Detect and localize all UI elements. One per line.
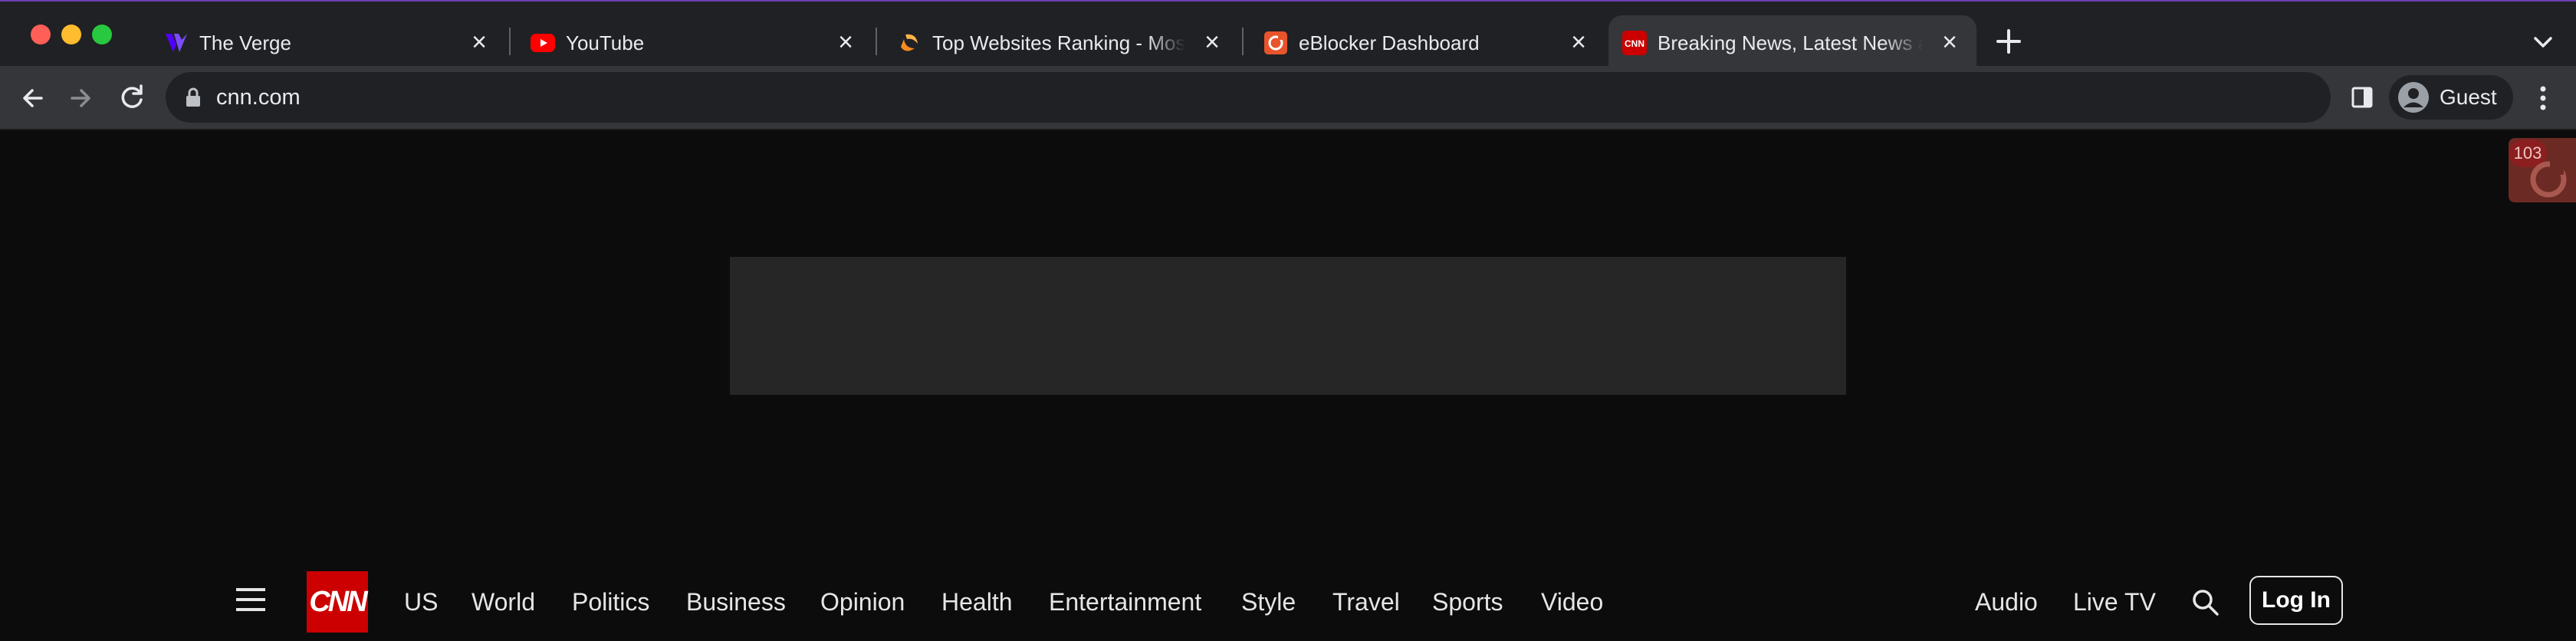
nav-link-us[interactable]: US bbox=[404, 587, 438, 617]
tab-close-icon[interactable]: × bbox=[1199, 29, 1225, 56]
plus-icon bbox=[1996, 29, 2021, 54]
window-maximize-button[interactable] bbox=[92, 25, 112, 44]
window-minimize-button[interactable] bbox=[61, 25, 81, 44]
ad-placeholder bbox=[730, 257, 1846, 395]
tab-title: YouTube bbox=[566, 31, 645, 54]
browser-toolbar: cnn.com Guest bbox=[0, 66, 2576, 130]
eblocker-extension-widget[interactable]: 103 bbox=[2509, 138, 2576, 202]
tab-title: eBlocker Dashboard bbox=[1299, 31, 1480, 54]
nav-link-audio[interactable]: Audio bbox=[1975, 587, 2038, 617]
tab-the-verge[interactable]: The Verge × bbox=[150, 15, 506, 67]
tab-close-icon[interactable]: × bbox=[1566, 29, 1592, 56]
forward-button[interactable] bbox=[64, 81, 98, 115]
search-icon[interactable] bbox=[2191, 588, 2220, 617]
eblocker-logo-icon bbox=[2530, 161, 2567, 198]
url-text: cnn.com bbox=[216, 85, 301, 110]
cnn-header-nav: CNN US World Politics Business Opinion H… bbox=[0, 556, 2576, 641]
nav-link-travel[interactable]: Travel bbox=[1332, 587, 1400, 617]
window-close-button[interactable] bbox=[31, 25, 51, 44]
similarweb-favicon-icon bbox=[897, 31, 922, 55]
side-panel-icon bbox=[2351, 87, 2373, 108]
nav-link-live-tv[interactable]: Live TV bbox=[2073, 587, 2156, 617]
eblocker-favicon-icon bbox=[1263, 31, 1288, 55]
nav-link-world[interactable]: World bbox=[472, 587, 535, 617]
nav-link-entertainment[interactable]: Entertainment bbox=[1049, 587, 1201, 617]
tab-separator bbox=[509, 28, 511, 55]
tab-cnn[interactable]: CNN Breaking News, Latest News and Video… bbox=[1608, 15, 1976, 67]
nav-link-health[interactable]: Health bbox=[941, 587, 1013, 617]
profile-button[interactable]: Guest bbox=[2389, 75, 2513, 120]
reload-icon bbox=[121, 84, 143, 108]
tab-eblocker[interactable]: eBlocker Dashboard × bbox=[1250, 15, 1605, 67]
tab-search-button[interactable] bbox=[2530, 29, 2556, 55]
nav-link-style[interactable]: Style bbox=[1241, 587, 1296, 617]
nav-link-sports[interactable]: Sports bbox=[1432, 587, 1503, 617]
login-button[interactable]: Log In bbox=[2249, 576, 2343, 625]
new-tab-button[interactable] bbox=[1993, 26, 2024, 57]
reload-button[interactable] bbox=[115, 81, 149, 115]
tab-strip: The Verge × YouTube × Top Websites Ranki… bbox=[0, 0, 2576, 67]
profile-label: Guest bbox=[2440, 85, 2497, 109]
tab-close-icon[interactable]: × bbox=[833, 29, 859, 56]
cnn-logo[interactable]: CNN bbox=[307, 571, 368, 633]
nav-link-opinion[interactable]: Opinion bbox=[820, 587, 905, 617]
tab-separator bbox=[1242, 28, 1244, 55]
nav-link-video[interactable]: Video bbox=[1541, 587, 1603, 617]
cnn-logo-text: CNN bbox=[309, 585, 367, 618]
arrow-right-icon bbox=[71, 89, 90, 107]
tab-youtube[interactable]: YouTube × bbox=[517, 15, 872, 67]
tab-close-icon[interactable]: × bbox=[466, 29, 492, 56]
menu-hamburger-icon[interactable] bbox=[236, 588, 265, 611]
tab-close-icon[interactable]: × bbox=[1937, 29, 1963, 56]
browser-menu-button[interactable] bbox=[2530, 83, 2556, 113]
cnn-favicon-icon: CNN bbox=[1622, 31, 1647, 55]
tab-title: The Verge bbox=[199, 31, 291, 54]
back-button[interactable] bbox=[15, 81, 49, 115]
kebab-menu-icon bbox=[2540, 86, 2546, 110]
nav-link-politics[interactable]: Politics bbox=[572, 587, 649, 617]
arrow-left-icon bbox=[23, 89, 43, 107]
tab-title: Breaking News, Latest News and Videos | … bbox=[1658, 31, 1923, 54]
tab-separator bbox=[876, 28, 877, 55]
youtube-favicon-icon bbox=[531, 31, 555, 55]
tab-top-websites[interactable]: Top Websites Ranking - Most Visited Webs… bbox=[883, 15, 1239, 67]
nav-link-business[interactable]: Business bbox=[686, 587, 786, 617]
chevron-down-icon bbox=[2534, 37, 2552, 48]
svg-text:CNN: CNN bbox=[1625, 38, 1644, 49]
web-page: 103 CNN US World Politics Business Opini… bbox=[0, 130, 2576, 641]
side-panel-button[interactable] bbox=[2349, 84, 2375, 110]
lock-icon[interactable] bbox=[184, 87, 202, 107]
guest-avatar-icon bbox=[2398, 82, 2429, 113]
verge-favicon-icon bbox=[164, 31, 189, 55]
address-bar[interactable]: cnn.com bbox=[166, 72, 2331, 123]
tab-title: Top Websites Ranking - Most Visited Webs… bbox=[932, 31, 1185, 54]
